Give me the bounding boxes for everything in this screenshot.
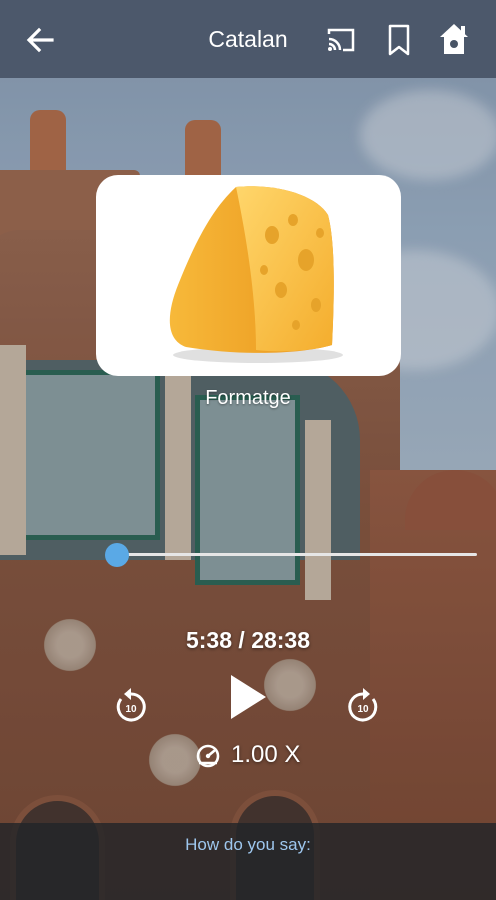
bottom-bar: How do you say:	[0, 823, 496, 900]
replay-10-icon[interactable]: 10	[113, 685, 149, 725]
question-prompt: How do you say:	[185, 835, 311, 854]
play-icon[interactable]	[228, 673, 268, 721]
cheese-image	[169, 186, 343, 363]
playback-speed-button[interactable]: 1.00 X	[195, 738, 300, 772]
progress-thumb[interactable]	[105, 543, 129, 567]
cast-icon[interactable]	[326, 27, 356, 53]
home-icon[interactable]	[438, 22, 470, 56]
word-image-card	[96, 175, 401, 376]
speedometer-icon	[196, 744, 220, 768]
svg-text:10: 10	[357, 704, 369, 715]
bookmark-icon[interactable]	[388, 24, 410, 56]
top-bar: Catalan	[0, 0, 496, 78]
forward-10-icon[interactable]: 10	[345, 685, 381, 725]
svg-text:10: 10	[125, 704, 137, 715]
page-title: Catalan	[208, 26, 288, 52]
word-label: Formatge	[205, 387, 291, 409]
time-display: 5:38 / 28:38	[185, 627, 311, 653]
progress-track[interactable]	[117, 553, 477, 556]
speed-label: 1.00 X	[231, 741, 301, 768]
